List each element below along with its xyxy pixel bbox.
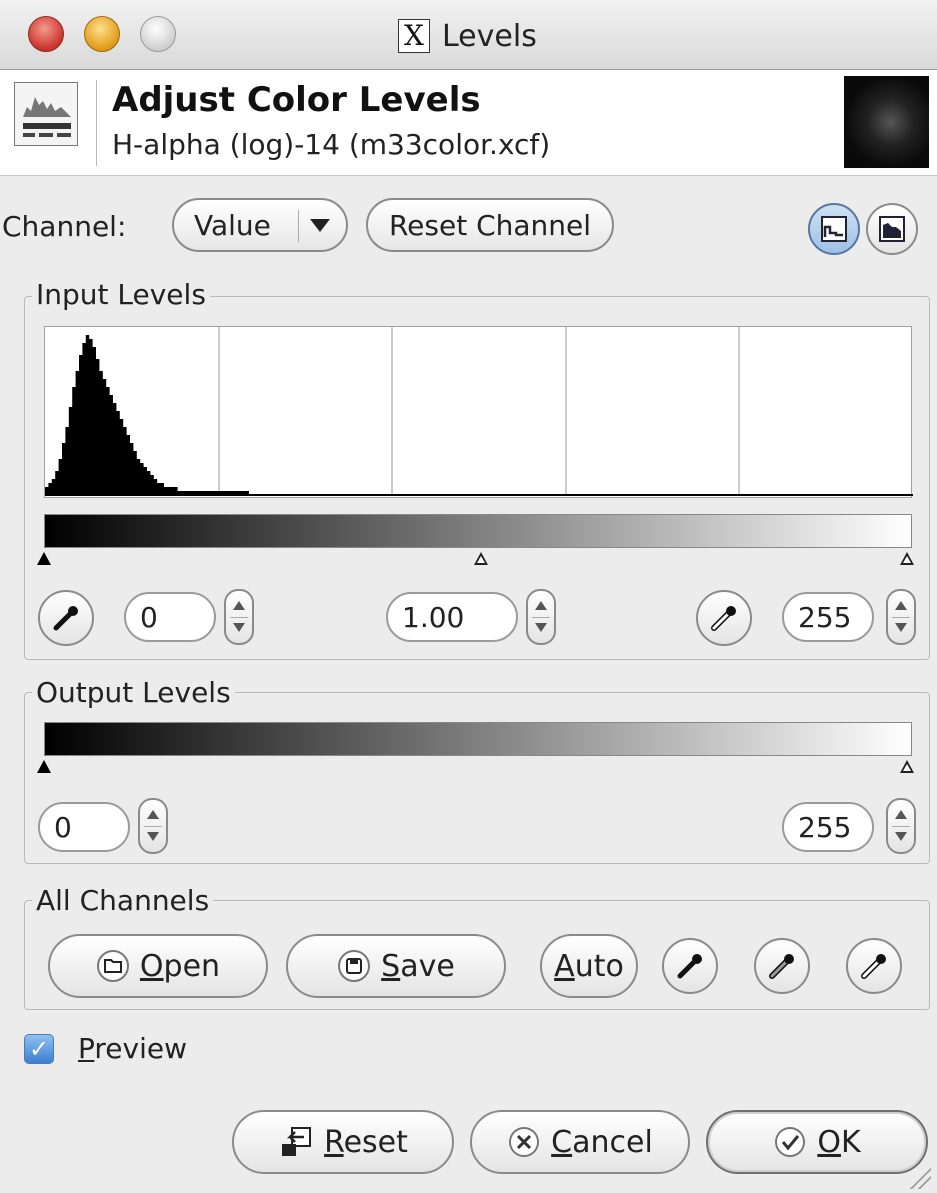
eyedropper-white-icon [711, 606, 736, 631]
cancel-label: Cancel [551, 1124, 653, 1160]
open-button[interactable]: Open [48, 934, 268, 998]
input-high-value: 255 [798, 600, 852, 634]
revert-icon [282, 1127, 312, 1156]
linear-histogram-icon [821, 216, 847, 242]
dialog-header: Adjust Color Levels H-alpha (log)-14 (m3… [0, 70, 937, 176]
zoom-window-button[interactable] [140, 16, 176, 52]
histogram-area [45, 335, 283, 495]
reset-channel-label: Reset Channel [388, 208, 592, 242]
ok-label: OK [817, 1124, 861, 1160]
log-histogram-button[interactable] [866, 203, 918, 255]
cancel-button[interactable]: Cancel [470, 1110, 690, 1174]
save-button[interactable]: Save [286, 934, 506, 998]
resize-grip[interactable] [907, 1165, 931, 1189]
checkmark-icon: ✓ [28, 1035, 50, 1063]
input-low-spinner[interactable] [224, 589, 254, 645]
dialog-title: Adjust Color Levels [112, 80, 481, 120]
channel-label: Channel: [2, 210, 127, 243]
output-gradient-bar [44, 722, 912, 756]
histogram [44, 326, 913, 498]
open-label: Open [139, 948, 221, 984]
auto-label: Auto [554, 948, 624, 984]
output-white-handle[interactable] [900, 760, 914, 773]
channel-select[interactable]: Value [172, 198, 348, 252]
combo-separator [298, 210, 299, 242]
input-low-value: 0 [140, 600, 158, 634]
cancel-icon [509, 1127, 540, 1157]
input-high-field[interactable]: 255 [782, 592, 874, 642]
histogram-plot [45, 327, 913, 496]
auto-button[interactable]: Auto [540, 934, 638, 998]
input-gamma-value: 1.00 [402, 600, 465, 634]
preview-checkbox[interactable]: ✓ [24, 1034, 54, 1064]
eyedropper-white-icon [861, 954, 886, 979]
ok-button[interactable]: OK [706, 1110, 928, 1174]
input-gamma-handle[interactable] [474, 552, 488, 565]
pick-gray-all-button[interactable] [754, 938, 810, 994]
eyedropper-black-icon [53, 606, 78, 631]
output-high-field[interactable]: 255 [782, 802, 874, 852]
header-separator [96, 80, 97, 166]
channel-select-value: Value [194, 208, 271, 242]
reset-channel-button[interactable]: Reset Channel [366, 198, 614, 252]
image-name: H-alpha (log)-14 (m33color.xcf) [112, 128, 551, 161]
linear-histogram-button[interactable] [808, 203, 860, 255]
input-gradient-bar [44, 514, 912, 548]
reset-label: Reset [324, 1124, 408, 1160]
output-levels-label: Output Levels [32, 676, 235, 709]
reset-button[interactable]: Reset [232, 1110, 454, 1174]
levels-tool-icon [14, 82, 78, 146]
chevron-down-icon [310, 219, 330, 232]
pick-white-all-button[interactable] [846, 938, 902, 994]
pick-black-all-button[interactable] [662, 938, 718, 994]
output-high-spinner[interactable] [886, 798, 916, 854]
input-levels-label: Input Levels [32, 278, 210, 311]
window-titlebar: X Levels [0, 0, 937, 70]
preview-label[interactable]: Preview [78, 1032, 187, 1065]
eyedropper-black-icon [677, 954, 702, 979]
all-channels-label: All Channels [32, 884, 214, 917]
input-gamma-field[interactable]: 1.00 [386, 592, 518, 642]
output-low-value: 0 [54, 810, 72, 844]
save-disk-icon [338, 950, 371, 982]
x11-app-icon: X [398, 19, 430, 53]
output-low-spinner[interactable] [138, 798, 168, 854]
close-window-button[interactable] [28, 16, 64, 52]
pick-white-point-button[interactable] [696, 590, 752, 646]
input-high-spinner[interactable] [886, 589, 916, 645]
save-label: Save [381, 948, 455, 984]
log-histogram-icon [879, 216, 905, 242]
output-high-value: 255 [798, 810, 852, 844]
input-low-field[interactable]: 0 [124, 592, 216, 642]
input-white-point-handle[interactable] [900, 552, 914, 565]
pick-black-point-button[interactable] [38, 590, 94, 646]
input-black-point-handle[interactable] [37, 552, 51, 565]
input-gamma-spinner[interactable] [526, 589, 556, 645]
window-title: Levels [442, 18, 537, 54]
output-low-field[interactable]: 0 [38, 802, 130, 852]
folder-open-icon [96, 950, 129, 982]
checkmark-icon [775, 1127, 806, 1157]
output-black-handle[interactable] [37, 760, 51, 773]
minimize-window-button[interactable] [84, 16, 120, 52]
eyedropper-gray-icon [769, 954, 794, 979]
image-thumbnail [844, 76, 929, 168]
